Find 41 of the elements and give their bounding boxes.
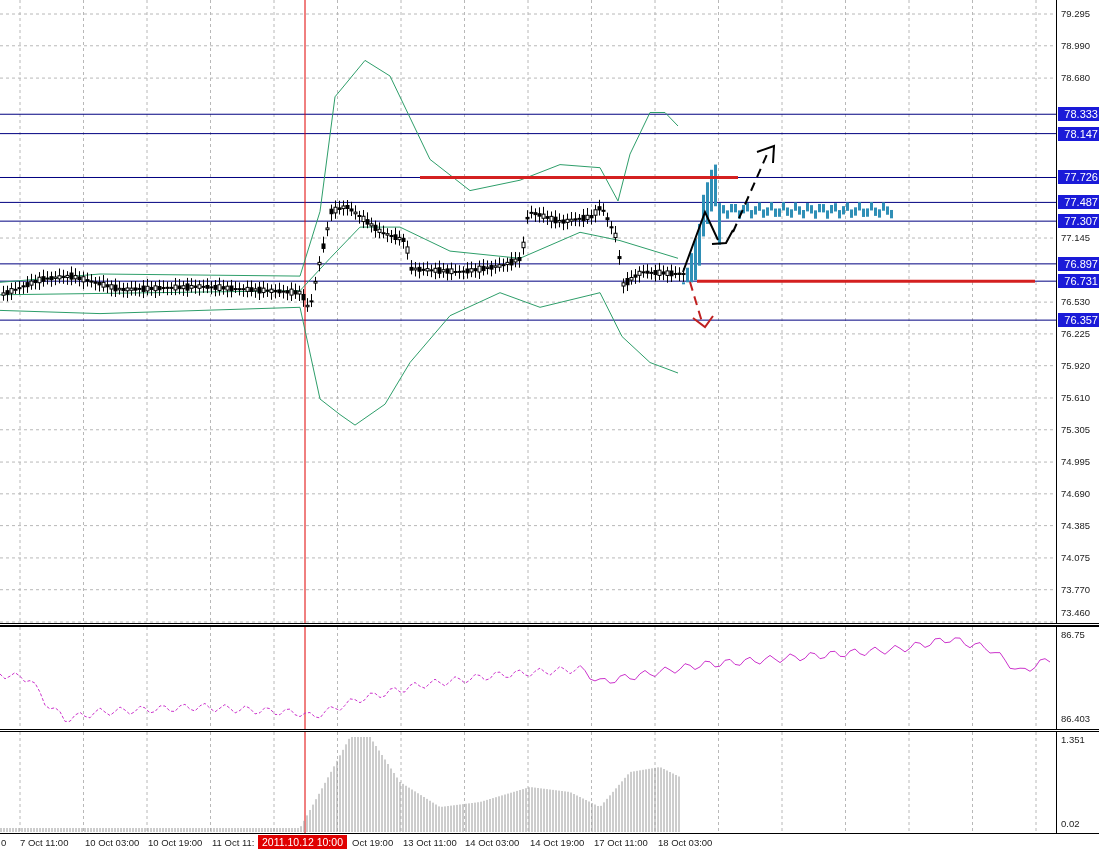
time-label: 11 Oct 11: (212, 837, 255, 848)
time-label: 0 (1, 837, 7, 848)
price-tick-label: 73.770 (1061, 583, 1091, 596)
price-tick-label: 74.075 (1061, 551, 1091, 564)
price-tick-label: 76.225 (1061, 327, 1091, 340)
time-label: 13 Oct 11:00 (403, 837, 457, 848)
price-level-label: 78.333 (1058, 107, 1099, 122)
price-tick-label: 73.460 (1061, 607, 1091, 619)
price-level-label: 77.307 (1058, 214, 1099, 229)
time-label: Oct 19:00 (352, 837, 394, 848)
price-level-label: 77.487 (1058, 195, 1099, 210)
price-level-label: 77.726 (1058, 170, 1099, 185)
price-tick-label: 77.145 (1061, 232, 1091, 244)
price-level-label: 78.147 (1058, 126, 1099, 141)
indicator-min-label: 86.403 (1061, 713, 1091, 725)
price-tick-label: 75.305 (1061, 423, 1091, 436)
indicator-max-label: 86.75 (1061, 629, 1085, 641)
volume-min-label: 0.02 (1061, 818, 1080, 830)
time-label: 10 Oct 19:00 (148, 837, 203, 848)
time-label: 10 Oct 03:00 (85, 837, 140, 848)
volume-max-label: 1.351 (1061, 734, 1085, 746)
price-level-label: 76.897 (1058, 256, 1099, 271)
time-label: 18 Oct 03:00 (658, 837, 713, 848)
price-tick-label: 74.690 (1061, 487, 1091, 500)
cursor-time-label: 2011.10.12 10:00 (258, 835, 347, 849)
price-tick-label: 76.530 (1061, 296, 1091, 309)
price-level-label: 76.731 (1058, 274, 1099, 289)
price-level-label: 76.357 (1058, 313, 1099, 328)
price-tick-label: 78.990 (1061, 39, 1091, 52)
price-tick-label: 79.295 (1061, 8, 1091, 20)
forecast-arrow (689, 281, 714, 329)
time-label: 14 Oct 03:00 (465, 837, 520, 848)
price-tick-label: 74.385 (1061, 519, 1091, 532)
time-label: 14 Oct 19:00 (530, 837, 585, 848)
price-tick-label: 78.680 (1061, 72, 1091, 85)
time-label: 7 Oct 11:00 (20, 837, 69, 848)
price-tick-label: 75.610 (1061, 391, 1091, 404)
price-tick-label: 74.995 (1061, 456, 1091, 469)
forecast-arrow (682, 209, 734, 273)
price-tick-label: 75.920 (1061, 359, 1091, 372)
time-label: 17 Oct 11:00 (594, 837, 648, 848)
